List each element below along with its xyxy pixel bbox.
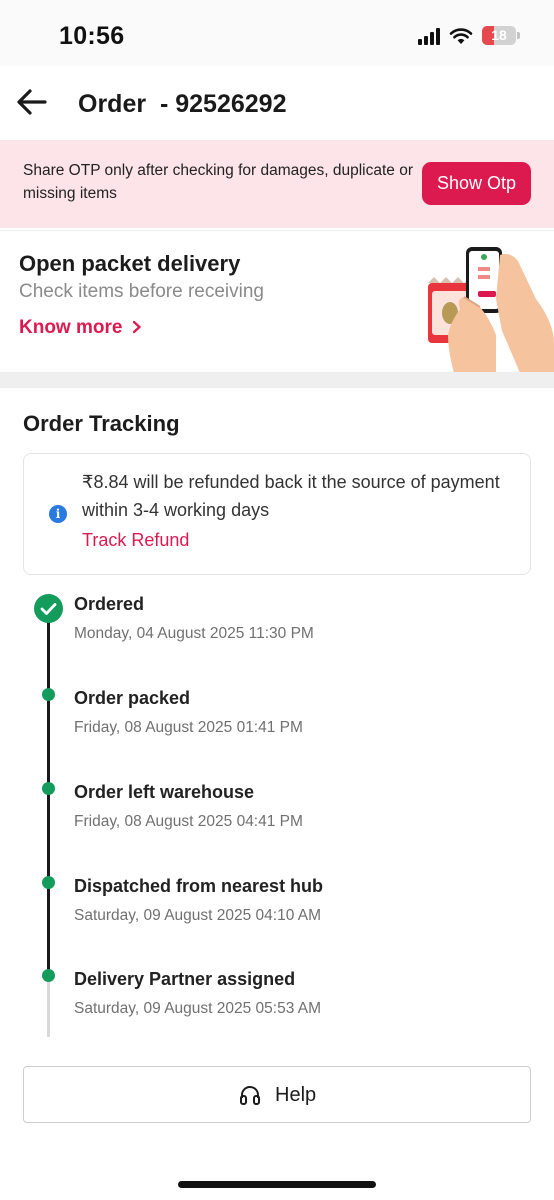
headphones-icon	[240, 1086, 260, 1105]
wifi-icon	[449, 27, 473, 44]
timeline-line-pending	[47, 975, 50, 1037]
back-button[interactable]	[14, 84, 50, 120]
know-more-label: Know more	[19, 317, 123, 338]
otp-warning-banner: Share OTP only after checking for damage…	[0, 140, 554, 228]
refund-message: ₹8.84 will be refunded back it the sourc…	[82, 472, 500, 520]
help-button[interactable]: Help	[23, 1066, 531, 1123]
cellular-signal-icon	[418, 27, 440, 45]
step-date: Saturday, 09 August 2025 04:10 AM	[74, 907, 322, 924]
packet-card-subtitle: Check items before receiving	[19, 281, 264, 302]
status-icons: 18	[418, 26, 520, 45]
packet-card-title: Open packet delivery	[19, 251, 241, 276]
ordered-check-icon	[34, 594, 63, 623]
status-bar: 10:56 18	[0, 0, 554, 66]
battery-level: 18	[491, 27, 507, 43]
step-title: Dispatched from nearest hub	[74, 876, 324, 896]
step-title: Order left warehouse	[74, 782, 255, 802]
section-divider	[0, 372, 554, 388]
track-refund-link[interactable]: Track Refund	[82, 530, 189, 551]
step-dot-icon	[42, 688, 55, 701]
battery-icon: 18	[482, 26, 520, 45]
step-title: Delivery Partner assigned	[74, 969, 296, 989]
timeline-line	[47, 620, 50, 975]
page-header: Order - 92526292	[0, 66, 554, 140]
page-title: Order - 92526292	[78, 90, 287, 118]
chevron-right-icon	[132, 320, 141, 334]
step-date: Saturday, 09 August 2025 05:53 AM	[74, 1000, 322, 1017]
open-packet-delivery-card: Open packet delivery Check items before …	[0, 230, 554, 373]
back-arrow-icon	[17, 89, 47, 115]
step-date: Friday, 08 August 2025 01:41 PM	[74, 719, 303, 736]
know-more-link[interactable]: Know more	[19, 317, 143, 339]
order-tracking-title: Order Tracking	[23, 411, 180, 436]
otp-warning-text: Share OTP only after checking for damage…	[23, 162, 414, 202]
refund-info-card: i ₹8.84 will be refunded back it the sou…	[23, 453, 531, 575]
help-label: Help	[275, 1084, 317, 1106]
home-indicator[interactable]	[178, 1181, 376, 1188]
step-date: Friday, 08 August 2025 04:41 PM	[74, 813, 303, 830]
step-date: Monday, 04 August 2025 11:30 PM	[74, 625, 314, 642]
info-icon: i	[49, 505, 67, 523]
show-otp-button[interactable]: Show Otp	[422, 162, 531, 205]
step-title: Order packed	[74, 688, 191, 708]
step-dot-icon	[42, 782, 55, 795]
status-time: 10:56	[59, 22, 125, 50]
step-title: Ordered	[74, 594, 145, 614]
step-dot-icon	[42, 969, 55, 982]
phone-packet-illustration	[428, 247, 554, 373]
step-dot-icon	[42, 876, 55, 889]
